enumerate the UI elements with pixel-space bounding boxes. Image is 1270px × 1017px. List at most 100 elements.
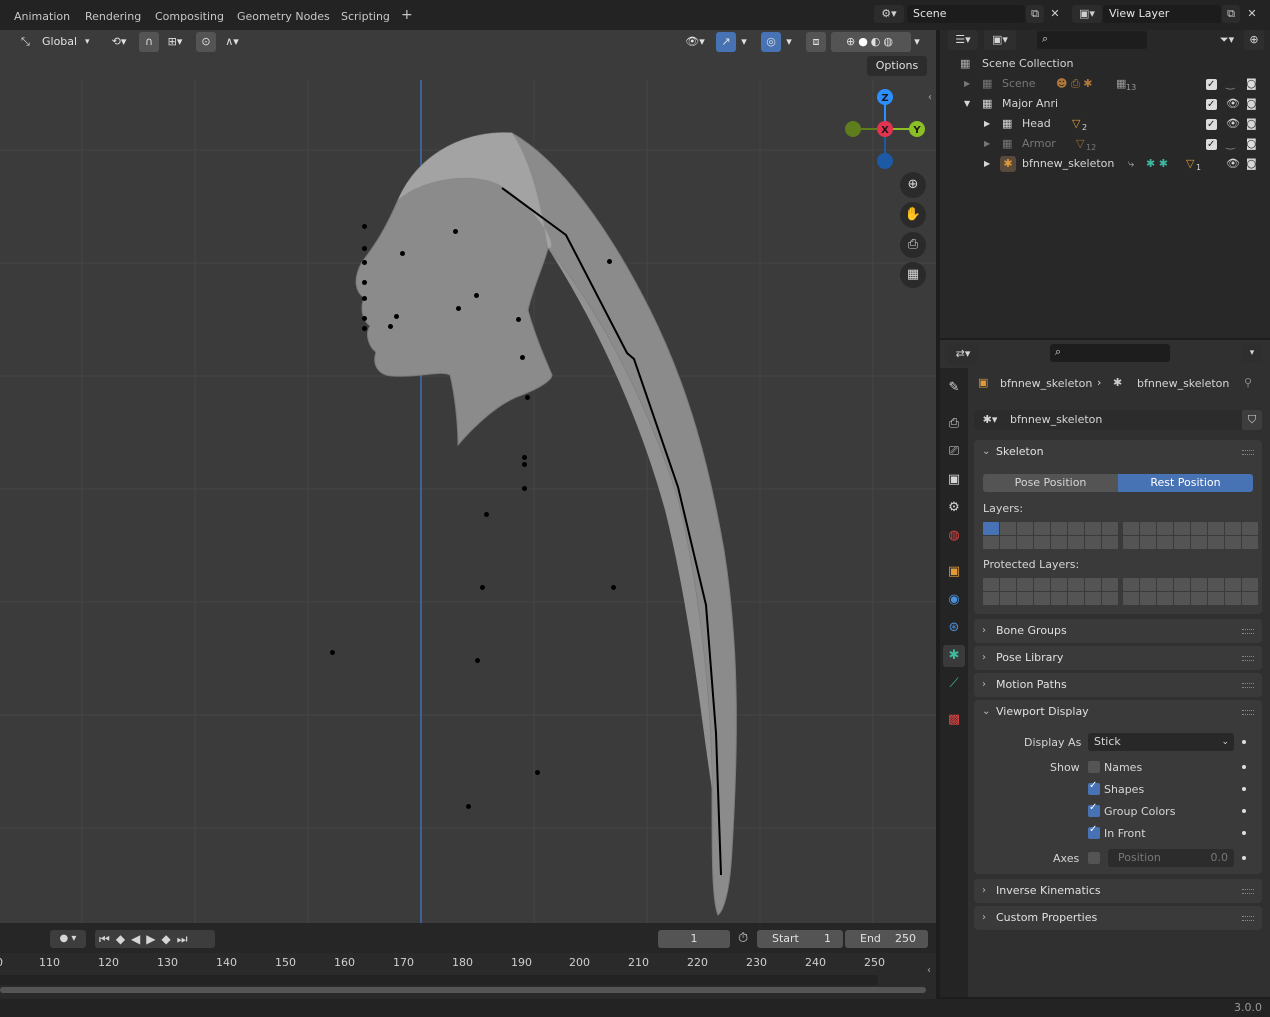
names-checkbox[interactable] xyxy=(1088,761,1100,773)
outliner-row-bfnnew-skeleton[interactable]: ▶ ✱ bfnnew_skeleton ⤷ ✱ ✱ ▽ 1 👁 ◙ xyxy=(940,154,1270,174)
empty-point[interactable] xyxy=(525,395,530,400)
outliner-row-scene-collection[interactable]: ▦ Scene Collection xyxy=(940,54,1270,74)
inverse-kinematics-panel[interactable]: › Inverse Kinematics xyxy=(974,879,1262,903)
delete-scene-icon[interactable]: ✕ xyxy=(1046,5,1064,23)
chevron-down-icon[interactable]: ▾ xyxy=(782,32,796,52)
texture-tab-icon[interactable]: ▩ xyxy=(943,709,965,731)
empty-point[interactable] xyxy=(520,355,525,360)
tool-tab-icon[interactable]: ✎ xyxy=(943,377,965,399)
object-tab-icon[interactable]: ▣ xyxy=(943,561,965,583)
zoom-icon[interactable]: ⊕ xyxy=(900,172,926,198)
outliner-row-armor[interactable]: ▶ ▦ Armor ▽ 12 ‿ ◙ xyxy=(940,134,1270,155)
armature-datablock-icon[interactable]: ✱▾ xyxy=(974,410,1006,430)
camera-render-icon[interactable]: ◙ xyxy=(1246,74,1257,94)
render-tab-icon[interactable]: ⎙ xyxy=(943,413,965,435)
keyframe-dot-icon[interactable] xyxy=(1242,787,1246,791)
viewport-display-header[interactable]: ⌄ Viewport Display xyxy=(974,700,1089,724)
expand-arrow-icon[interactable]: ▶ xyxy=(984,154,990,174)
falloff-icon[interactable]: ∧▾ xyxy=(218,32,246,52)
tab-rendering[interactable]: Rendering xyxy=(85,8,141,26)
drag-handle-icon[interactable] xyxy=(1242,656,1254,661)
keyframe-dot-icon[interactable] xyxy=(1242,831,1246,835)
drag-handle-icon[interactable] xyxy=(1242,683,1254,688)
delete-view-layer-icon[interactable]: ✕ xyxy=(1243,5,1261,23)
physics-tab-icon[interactable]: ◉ xyxy=(943,589,965,611)
chevron-down-icon[interactable]: ▾ xyxy=(1242,344,1262,362)
tab-scripting[interactable]: Scripting xyxy=(341,8,390,26)
empty-point[interactable] xyxy=(362,326,367,331)
new-scene-icon[interactable]: ⧉ xyxy=(1026,5,1044,23)
fake-user-shield-icon[interactable]: ⛉ xyxy=(1242,410,1262,430)
play-reverse-icon[interactable]: ◀ xyxy=(131,932,146,946)
pose-position-button[interactable]: Pose Position xyxy=(983,474,1118,492)
armature-name-field[interactable]: bfnnew_skeleton xyxy=(1006,410,1242,430)
empty-point[interactable] xyxy=(466,804,471,809)
keying-icon[interactable]: ● ▾ xyxy=(50,930,86,948)
timeline[interactable]: ● ▾ ⏮◆◀▶◆⏭ 1 ⏱ Start 1 End 250 0 110 120… xyxy=(0,923,936,999)
new-collection-icon[interactable]: ⊕ xyxy=(1244,30,1264,50)
play-icon[interactable]: ▶ xyxy=(146,932,161,946)
hidden-eye-icon[interactable]: ‿ xyxy=(1226,134,1235,154)
eye-icon[interactable]: 👁 xyxy=(1226,94,1240,114)
empty-point[interactable] xyxy=(522,486,527,491)
eye-icon[interactable]: 👁 xyxy=(1226,154,1240,174)
view-layer-selector-icon[interactable]: ▣▾ xyxy=(1072,5,1102,23)
scene-tab-icon[interactable]: ⚙ xyxy=(943,497,965,519)
empty-point[interactable] xyxy=(362,246,367,251)
empty-point[interactable] xyxy=(362,280,367,285)
jump-end-icon[interactable]: ⏭ xyxy=(177,932,194,946)
empty-point[interactable] xyxy=(480,585,485,590)
empty-point[interactable] xyxy=(456,306,461,311)
new-view-layer-icon[interactable]: ⧉ xyxy=(1222,5,1240,23)
empty-point[interactable] xyxy=(330,650,335,655)
chevron-down-icon[interactable]: ▾ xyxy=(737,32,751,52)
output-tab-icon[interactable]: ⎚ xyxy=(943,441,965,463)
empty-point[interactable] xyxy=(475,658,480,663)
empty-point[interactable] xyxy=(388,324,393,329)
exclude-checkbox[interactable] xyxy=(1206,95,1217,115)
navigation-gizmo[interactable]: Z Y X xyxy=(840,86,930,176)
empty-point[interactable] xyxy=(362,296,367,301)
pivot-point-icon[interactable]: ⟲▾ xyxy=(104,32,134,52)
editor-type-icon[interactable]: ⇄▾ xyxy=(948,344,978,364)
neg-y-axis-handle[interactable] xyxy=(845,121,861,137)
constraints-tab-icon[interactable]: ⊛ xyxy=(943,617,965,639)
drag-handle-icon[interactable] xyxy=(1242,450,1254,455)
drag-handle-icon[interactable] xyxy=(1242,629,1254,634)
tab-animation[interactable]: Animation xyxy=(14,8,70,26)
ortho-grid-icon[interactable]: ▦ xyxy=(900,262,926,288)
collapse-arrow-icon[interactable]: ▼ xyxy=(964,94,970,114)
empty-point[interactable] xyxy=(362,224,367,229)
snap-target-icon[interactable]: ⊞▾ xyxy=(160,32,190,52)
camera-view-icon[interactable]: ⎙ xyxy=(900,232,926,258)
exclude-checkbox[interactable] xyxy=(1206,75,1217,95)
pose-library-panel[interactable]: › Pose Library xyxy=(974,646,1262,670)
empty-point[interactable] xyxy=(607,259,612,264)
pan-hand-icon[interactable]: ✋ xyxy=(900,202,926,228)
empty-point[interactable] xyxy=(474,293,479,298)
proportional-edit-icon[interactable]: ⊙ xyxy=(196,32,216,52)
camera-render-icon[interactable]: ◙ xyxy=(1246,94,1257,114)
empty-point[interactable] xyxy=(362,260,367,265)
wireframe-icon[interactable]: ⊕ xyxy=(846,35,858,48)
display-mode-icon[interactable]: ▣▾ xyxy=(984,30,1016,50)
rendered-icon[interactable]: ◍ xyxy=(883,35,896,48)
view-layer-field[interactable]: View Layer xyxy=(1103,5,1221,23)
expand-arrow-icon[interactable]: ▶ xyxy=(984,134,990,154)
add-workspace-button[interactable]: + xyxy=(401,6,413,24)
prev-keyframe-icon[interactable]: ◆ xyxy=(116,932,131,946)
keyframe-dot-icon[interactable] xyxy=(1242,856,1246,860)
expand-arrow-icon[interactable]: ▶ xyxy=(984,114,990,134)
shapes-checkbox[interactable] xyxy=(1088,780,1100,795)
hidden-eye-icon[interactable]: ‿ xyxy=(1226,74,1235,94)
camera-render-icon[interactable]: ◙ xyxy=(1246,134,1257,154)
drag-handle-icon[interactable] xyxy=(1242,889,1254,894)
motion-paths-panel[interactable]: › Motion Paths xyxy=(974,673,1262,697)
material-icon[interactable]: ◐ xyxy=(871,35,884,48)
filter-icon[interactable]: ⏷▾ xyxy=(1212,30,1242,50)
expand-arrow-icon[interactable]: ▶ xyxy=(964,74,970,94)
current-frame-field[interactable]: 1 xyxy=(658,930,730,948)
group-colors-checkbox[interactable] xyxy=(1088,802,1100,817)
view-layer-tab-icon[interactable]: ▣ xyxy=(943,469,965,491)
outliner-row-head[interactable]: ▶ ▦ Head ▽ 2 👁 ◙ xyxy=(940,114,1270,135)
